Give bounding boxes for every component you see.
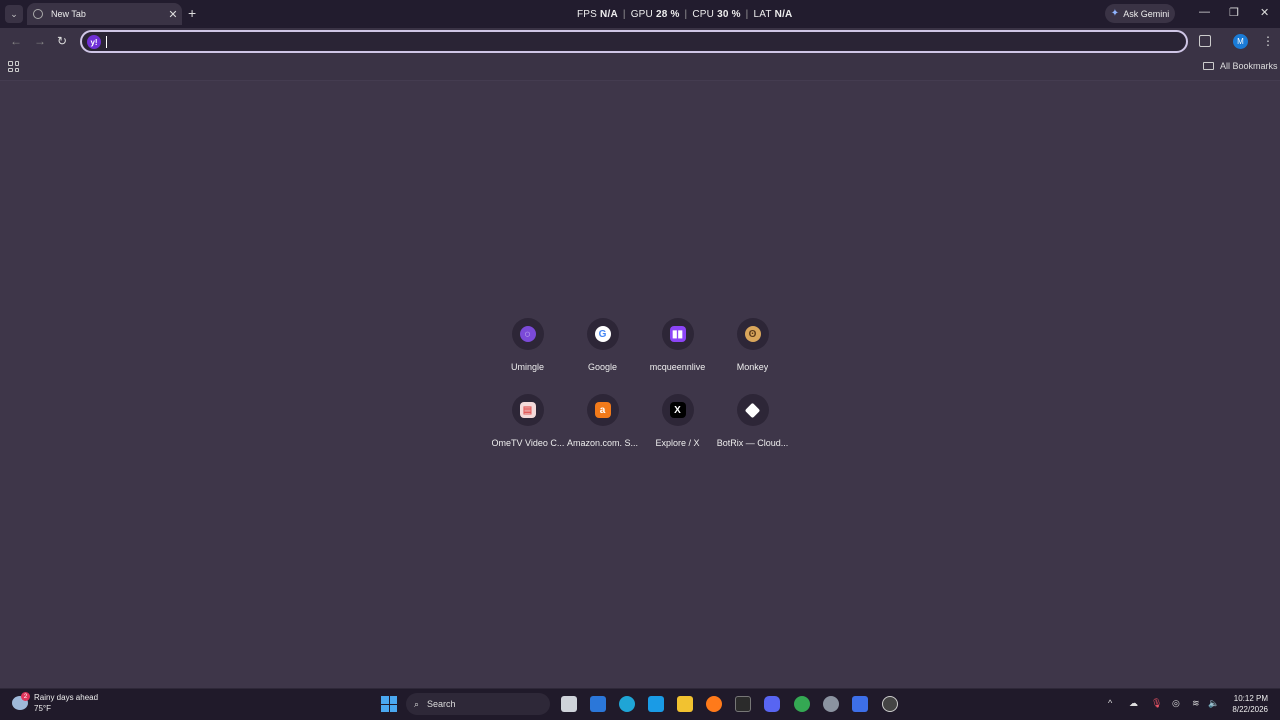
minimize-button[interactable]: — (1199, 6, 1210, 18)
reload-button[interactable]: ↻ (57, 34, 67, 48)
x-icon: X (669, 402, 686, 418)
file-explorer-icon[interactable] (677, 696, 693, 712)
restore-button[interactable]: ❐ (1229, 6, 1239, 19)
folder-icon (1203, 62, 1214, 70)
taskbar (0, 688, 1280, 720)
shortcut-label: Amazon.com. S... (566, 438, 639, 448)
botrix-icon (744, 402, 761, 418)
new-tab-button[interactable]: + (188, 5, 196, 21)
performance-overlay: FPS N/A | GPU 28 % | CPU 30 % | LAT N/A (577, 9, 793, 20)
back-button[interactable]: ← (10, 34, 22, 48)
shortcut-label: OmeTV Video C... (491, 438, 564, 448)
shortcut-label: BotRix — Cloud... (716, 438, 789, 448)
address-input[interactable] (108, 34, 1168, 50)
arrow-right-icon: → (34, 34, 46, 48)
monkey-icon: ʘ (744, 326, 761, 342)
notification-badge: 2 (21, 692, 30, 701)
amazon-icon: a (594, 402, 611, 418)
globe-icon (33, 9, 43, 19)
profile-avatar[interactable]: M (1233, 34, 1248, 49)
bookmarks-bar (0, 55, 1280, 81)
shortcut-botrix[interactable]: BotRix — Cloud... (715, 392, 790, 456)
app-icon[interactable] (882, 696, 898, 712)
twitch-icon: ▮▮ (669, 326, 686, 342)
task-view-icon[interactable] (561, 696, 577, 712)
extensions-icon[interactable] (1199, 35, 1211, 47)
microphone-icon[interactable]: 🎙 (1151, 698, 1162, 709)
ask-gemini-label: Ask Gemini (1123, 8, 1170, 19)
wifi-icon[interactable]: ≋ (1192, 698, 1200, 709)
firefox-icon[interactable] (706, 696, 722, 712)
cpu-value: 30 % (717, 9, 741, 20)
tab-title: New Tab (51, 9, 86, 19)
shortcut-google[interactable]: G Google (565, 316, 640, 380)
gemini-sparkle-icon: ✦ (1110, 8, 1120, 19)
fps-label: FPS (577, 9, 598, 20)
all-bookmarks-button[interactable]: All Bookmarks (1203, 61, 1278, 71)
tab-new-tab[interactable]: New Tab ✕ (27, 3, 182, 25)
location-icon[interactable]: ◎ (1172, 698, 1180, 709)
shortcut-umingle[interactable]: ◌ Umingle (490, 316, 565, 380)
taskbar-search[interactable]: ⌕ Search (406, 693, 550, 715)
google-icon: G (594, 326, 611, 342)
shortcut-label: Google (587, 362, 618, 372)
close-tab-icon[interactable]: ✕ (164, 8, 182, 21)
all-bookmarks-label: All Bookmarks (1220, 61, 1278, 71)
clock-date: 8/22/2026 (1232, 705, 1268, 714)
show-hidden-icons[interactable]: ^ (1108, 698, 1112, 708)
weather-summary: Rainy days ahead (34, 693, 99, 702)
shortcut-label: mcqueennlive (649, 362, 706, 372)
shortcut-label: Explore / X (655, 438, 700, 448)
apps-grid-icon[interactable] (8, 61, 19, 72)
arrow-left-icon: ← (10, 34, 22, 48)
search-engine-icon: y! (87, 35, 101, 49)
shortcut-label: Umingle (510, 362, 544, 372)
start-button[interactable] (381, 696, 397, 712)
shortcut-monkey[interactable]: ʘ Monkey (715, 316, 790, 380)
close-window-button[interactable]: ✕ (1260, 6, 1269, 19)
tab-search-button[interactable]: ⌄ (5, 5, 23, 23)
chrome-icon[interactable] (794, 696, 810, 712)
discord-icon[interactable] (764, 696, 780, 712)
address-bar[interactable]: y! (80, 30, 1188, 53)
ask-gemini-button[interactable]: ✦ Ask Gemini (1105, 4, 1175, 23)
cloud-rain-icon: 2 (12, 692, 30, 710)
shortcut-mcqueennlive[interactable]: ▮▮ mcqueennlive (640, 316, 715, 380)
fps-value: N/A (600, 9, 618, 20)
lat-value: N/A (774, 9, 793, 20)
edge-icon[interactable] (619, 696, 635, 712)
shortcut-amazon[interactable]: a Amazon.com. S... (565, 392, 640, 456)
search-label: Search (427, 699, 456, 709)
shortcut-tiles: ◌ Umingle G Google ▮▮ mcqueennlive ʘ Mon… (490, 316, 790, 456)
search-icon: ⌕ (414, 698, 420, 709)
gpu-value: 28 % (655, 9, 680, 20)
shortcut-label: Monkey (736, 362, 769, 372)
weather-widget[interactable]: 2 Rainy days ahead 75°F (12, 692, 98, 714)
tv-icon: ▤ (519, 402, 536, 418)
forward-button[interactable]: → (34, 34, 46, 48)
clock-time: 10:12 PM (1233, 694, 1268, 703)
text-caret (106, 36, 107, 48)
chat-bubble-icon: ◌ (519, 326, 536, 342)
onedrive-icon[interactable]: ☁ (1129, 698, 1138, 709)
system-clock[interactable]: 10:12 PM 8/22/2026 (1224, 693, 1268, 715)
shortcut-x[interactable]: X Explore / X (640, 392, 715, 456)
gpu-label: GPU (630, 9, 653, 20)
reload-icon: ↻ (57, 34, 68, 48)
weather-temp: 75°F (34, 704, 51, 713)
lat-label: LAT (753, 9, 772, 20)
outlook-icon[interactable] (590, 696, 606, 712)
volume-icon[interactable]: 🔈 (1208, 698, 1219, 709)
cpu-label: CPU (692, 9, 715, 20)
photos-icon[interactable] (648, 696, 664, 712)
chevron-down-icon: ⌄ (10, 8, 18, 19)
shortcut-ometv[interactable]: ▤ OmeTV Video C... (490, 392, 565, 456)
epic-games-icon[interactable] (735, 696, 751, 712)
more-menu-icon[interactable]: ⋮ (1262, 34, 1274, 48)
roblox-icon[interactable] (852, 696, 868, 712)
settings-icon[interactable] (823, 696, 839, 712)
